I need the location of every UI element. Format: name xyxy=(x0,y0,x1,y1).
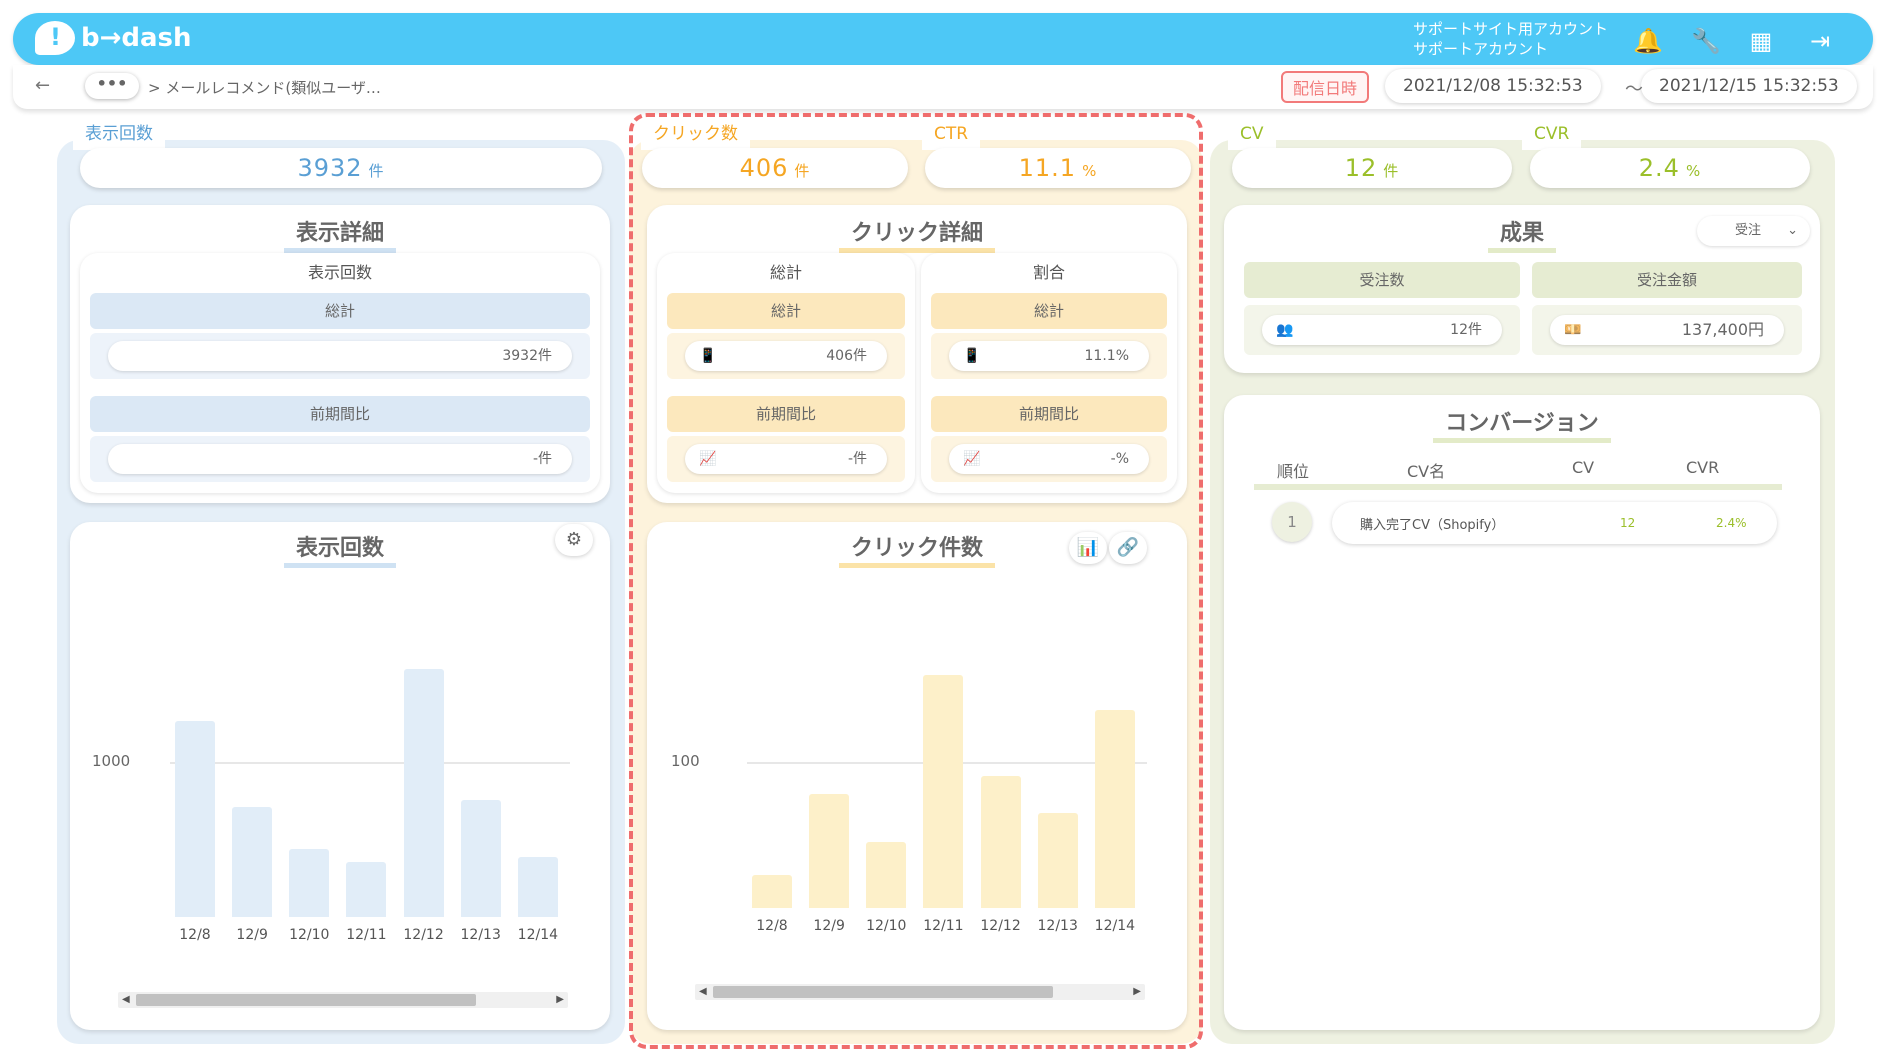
horizontal-scrollbar[interactable]: ◀ ▶ xyxy=(118,992,568,1008)
bar-12/12[interactable] xyxy=(403,669,444,917)
logo-bubble-icon xyxy=(35,21,75,55)
orders-row: 👥 12件 xyxy=(1244,305,1520,355)
y-tick-label: 1000 xyxy=(92,752,131,770)
impressions-prev-row: -件 xyxy=(90,436,590,482)
col-cv-name: CV名 xyxy=(1407,462,1446,481)
impressions-prev-label: 前期間比 xyxy=(90,396,590,432)
impressions-total-label: 総計 xyxy=(90,293,590,329)
app-logo[interactable]: b→dash xyxy=(35,21,192,55)
select-value: 受注 xyxy=(1735,223,1762,238)
orders-label: 受注数 xyxy=(1244,262,1520,298)
account-line1: サポートサイト用アカウント xyxy=(1413,20,1609,38)
bar-12/14[interactable] xyxy=(517,857,558,917)
logout-icon[interactable]: ⇥ xyxy=(1803,27,1837,55)
x-tick-label: 12/13 xyxy=(460,927,501,943)
x-tick-label: 12/14 xyxy=(517,927,559,943)
impressions-unit: 件 xyxy=(368,162,385,180)
cv-unit: 件 xyxy=(1383,162,1400,180)
impressions-subcard: 表示回数 総計 3932件 前期間比 -件 xyxy=(80,253,600,493)
tab-cvr: CVR xyxy=(1522,118,1582,150)
result-select[interactable]: 受注 ⌄ xyxy=(1697,216,1810,246)
start-date-field[interactable]: 2021/12/08 15:32:53 xyxy=(1385,69,1601,103)
col-cvr: CVR xyxy=(1686,458,1720,477)
end-date-field[interactable]: 2021/12/15 15:32:53 xyxy=(1641,69,1857,103)
x-tick-label: 12/12 xyxy=(403,927,444,943)
impressions-value: 3932 xyxy=(297,154,363,182)
impressions-total: 3932 件 xyxy=(80,148,602,188)
amount-pill: 💴 137,400円 xyxy=(1550,315,1784,345)
bar-12/11[interactable] xyxy=(346,862,387,917)
impressions-chart-card: 表示回数 ⚙ 1000 12/8 12/9 12/10 12/11 12/12 12/13… xyxy=(70,522,610,1030)
conversion-table-card: コンバージョン xyxy=(1224,395,1820,1030)
amount-label: 受注金額 xyxy=(1532,262,1802,298)
table-row[interactable]: 購入完了CV（Shopify） 12 2.4% xyxy=(1332,502,1777,544)
amount-row: 💴 137,400円 xyxy=(1532,305,1802,355)
cvr-total: 2.4% xyxy=(1530,148,1810,188)
cv-name-cell: 購入完了CV（Shopify） xyxy=(1360,518,1505,533)
impressions-total-value: 3932件 xyxy=(108,341,572,371)
top-navigation-bar: b→dash サポートサイト用アカウントサポートアカウント 🔔 🔧 ▦ ⇥ xyxy=(13,13,1873,65)
col-cv: CV xyxy=(1572,458,1595,477)
logo-text: b→dash xyxy=(81,23,192,53)
impressions-bars: 12/8 12/9 12/10 12/11 12/12 12/13 12/14 xyxy=(175,617,575,943)
col-rank: 順位 xyxy=(1277,462,1310,481)
grid-icon[interactable]: ▦ xyxy=(1747,27,1775,55)
gear-icon[interactable]: ⚙ xyxy=(555,524,593,556)
bar-12/10[interactable] xyxy=(289,849,330,917)
back-arrow-icon[interactable]: ← xyxy=(35,75,50,96)
wrench-icon[interactable]: 🔧 xyxy=(1691,27,1721,55)
breadcrumb-bar: ← ••• > メールレコメンド(類似ユーザ… 配信日時 2021/12/08 … xyxy=(13,65,1873,109)
date-range-label: 配信日時 xyxy=(1281,71,1370,103)
chevron-down-icon: ⌄ xyxy=(1787,223,1798,238)
scroll-right-arrow[interactable]: ▶ xyxy=(556,992,564,1008)
x-tick-label: 12/9 xyxy=(236,927,268,943)
breadcrumb[interactable]: > メールレコメンド(類似ユーザ… xyxy=(148,77,381,98)
x-tick-label: 12/10 xyxy=(289,927,330,943)
scroll-thumb[interactable] xyxy=(136,994,476,1006)
scroll-left-arrow[interactable]: ◀ xyxy=(122,992,130,1008)
cvr-cell: 2.4% xyxy=(1716,516,1747,530)
bar-12/13[interactable] xyxy=(460,799,501,917)
account-info[interactable]: サポートサイト用アカウント サポートアカウント xyxy=(1413,19,1608,59)
tab-impressions: 表示回数 xyxy=(73,118,165,150)
impressions-sub-title: 表示回数 xyxy=(307,263,372,282)
impressions-detail-card: 表示詳細 表示回数 総計 3932件 前期間比 -件 xyxy=(70,205,610,503)
orders-value: 12件 xyxy=(1450,322,1482,338)
cvr-unit: % xyxy=(1685,162,1702,180)
bar-12/8[interactable] xyxy=(175,721,215,917)
breadcrumb-more-button[interactable]: ••• xyxy=(85,73,139,99)
bar-12/9[interactable] xyxy=(232,807,273,917)
highlight-outline xyxy=(629,113,1203,1049)
tab-cv: CV xyxy=(1228,118,1276,150)
x-tick-label: 12/8 xyxy=(179,927,211,943)
impressions-chart-title: 表示回数 xyxy=(70,530,610,568)
cv-cell: 12 xyxy=(1620,516,1636,530)
orders-pill: 👥 12件 xyxy=(1262,315,1502,345)
bell-icon[interactable]: 🔔 xyxy=(1633,27,1663,55)
x-tick-label: 12/11 xyxy=(346,927,387,943)
conversion-table-title: コンバージョン xyxy=(1224,405,1820,443)
impressions-prev-value: -件 xyxy=(108,444,572,474)
rank-badge: 1 xyxy=(1272,502,1312,542)
cvr-value: 2.4 xyxy=(1638,154,1680,182)
amount-value: 137,400円 xyxy=(1681,320,1764,339)
money-icon: 💴 xyxy=(1564,322,1582,338)
cv-total: 12 件 xyxy=(1232,148,1512,188)
people-icon: 👥 xyxy=(1276,322,1294,338)
impressions-detail-title: 表示詳細 xyxy=(70,215,610,253)
impressions-total-row: 3932件 xyxy=(90,333,590,379)
cv-value: 12 xyxy=(1344,154,1378,182)
table-header-divider xyxy=(1254,484,1782,490)
account-line2: サポートアカウント xyxy=(1413,40,1549,58)
